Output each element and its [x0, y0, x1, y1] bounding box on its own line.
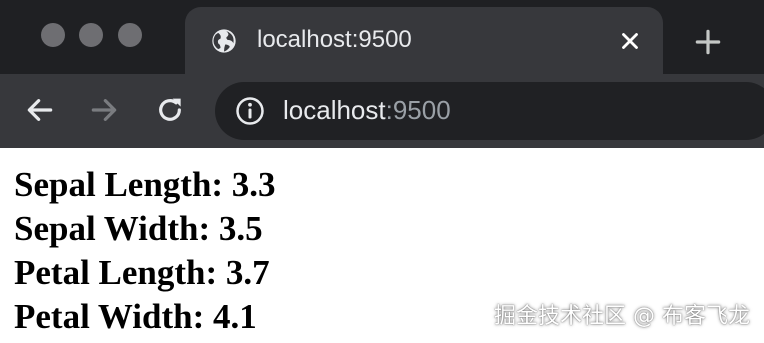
sepal-width-text: Sepal Width: 3.5 [14, 209, 263, 248]
url-text[interactable]: localhost:9500 [283, 95, 451, 126]
sepal-length-text: Sepal Length: 3.3 [14, 165, 276, 204]
plus-icon[interactable] [692, 26, 724, 58]
window-close-button[interactable] [41, 23, 65, 47]
globe-icon [212, 29, 236, 53]
reload-icon[interactable] [154, 94, 186, 126]
window-zoom-button[interactable] [118, 23, 142, 47]
url-port: :9500 [385, 95, 451, 125]
info-icon[interactable] [235, 96, 265, 126]
browser-chrome: localhost:9500 localhost:9500 [0, 0, 764, 148]
back-arrow-icon[interactable] [24, 94, 56, 126]
tab-active[interactable]: localhost:9500 [185, 7, 663, 74]
window-minimize-button[interactable] [79, 23, 103, 47]
forward-arrow-icon[interactable] [88, 94, 120, 126]
page-content: Sepal Length: 3.3 Sepal Width: 3.5 Petal… [14, 163, 276, 339]
close-icon[interactable] [617, 28, 643, 54]
petal-length-text: Petal Length: 3.7 [14, 253, 270, 292]
address-bar[interactable]: localhost:9500 [215, 82, 764, 140]
tab-strip: localhost:9500 [0, 0, 764, 74]
watermark: 掘金技术社区 @ 布客飞龙 [494, 304, 750, 329]
url-host: localhost [283, 95, 386, 125]
toolbar: localhost:9500 [0, 74, 764, 148]
tab-title: localhost:9500 [257, 26, 412, 53]
petal-width-text: Petal Width: 4.1 [14, 297, 257, 336]
